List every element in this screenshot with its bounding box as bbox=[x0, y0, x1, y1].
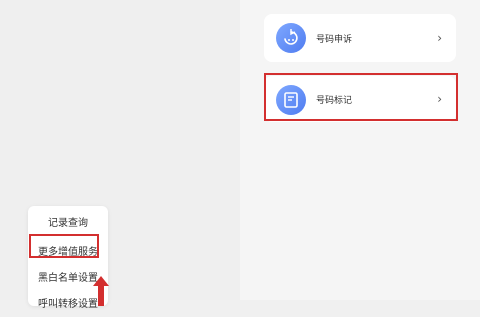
phone-return-icon bbox=[276, 23, 306, 53]
arrow-up-icon bbox=[93, 276, 109, 306]
chevron-right-icon: › bbox=[437, 31, 442, 45]
highlight-box-menu bbox=[29, 234, 99, 258]
highlight-box-card bbox=[264, 73, 458, 121]
card-label-appeal: 号码申诉 bbox=[316, 34, 353, 45]
menu-item-record-query[interactable]: 记录查询 bbox=[28, 212, 108, 236]
card-number-appeal[interactable]: 号码申诉 › bbox=[264, 14, 456, 62]
